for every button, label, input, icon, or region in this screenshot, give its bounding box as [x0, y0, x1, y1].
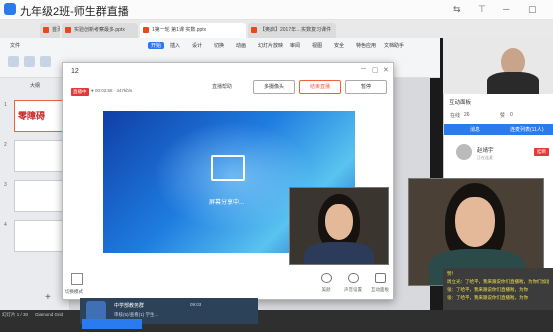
restore-icon[interactable]: ▢ [528, 4, 537, 15]
cut-icon[interactable] [24, 56, 35, 67]
tab-app-icon [43, 27, 49, 33]
tab-app-icon [251, 27, 257, 33]
group-time: 09:03 [190, 302, 202, 307]
taskbar-active-app[interactable] [82, 319, 142, 329]
pin-icon[interactable]: ⊤ [478, 4, 486, 15]
user-name: 赵靖宇 [477, 148, 494, 154]
share-icon[interactable]: ⇆ [453, 4, 461, 15]
student-shirt [304, 242, 374, 264]
menu-transition[interactable]: 切换 [214, 42, 224, 49]
sound-settings-label: 声音设置 [344, 287, 362, 292]
menu-insert[interactable]: 插入 [170, 42, 180, 49]
tab-label: 1第一轮 第1课 实数.pptx [152, 27, 207, 33]
microphone-icon[interactable] [348, 273, 359, 283]
beauty-label: 美颜 [321, 287, 331, 292]
slide-status: 幻灯片 1 / 30 Diamond Grid [2, 312, 63, 318]
slide-number: 2 [4, 142, 7, 148]
minimize-icon[interactable]: ─ [361, 66, 366, 73]
online-count: 26 [464, 112, 470, 118]
menu-doc-helper[interactable]: 文档助手 [384, 42, 404, 49]
tab-document[interactable]: 【奥启】2017年…实数复习课件 [248, 23, 336, 38]
paste-icon[interactable] [8, 56, 19, 67]
slide-thumb[interactable] [14, 140, 64, 172]
switch-mode-label: 切换模式 [65, 289, 83, 294]
maximize-icon[interactable]: ▢ [372, 66, 379, 74]
chat-line: 赞！ [447, 271, 456, 276]
user-status: 正在连麦 [477, 155, 493, 160]
panel-tabs: 消息 连麦列表(11人) [444, 124, 553, 135]
student-face [455, 197, 495, 247]
tab-document[interactable]: 实验创新考察最多.pptx [62, 23, 138, 38]
screen-share-icon [211, 155, 245, 181]
chat-log: 赞！ 周立光：了哈平，我来跟说你们直播啦，为你们加油 张：了哈平，我来跟说你们直… [443, 268, 553, 310]
tab-label: 【奥启】2017年…实数复习课件 [260, 27, 332, 33]
minimize-icon[interactable]: ─ [503, 4, 509, 14]
panel-title: 互动面板 [449, 100, 472, 106]
slide-number: 4 [4, 222, 7, 228]
slide-number: 1 [4, 102, 7, 108]
menu-view[interactable]: 视图 [312, 42, 322, 49]
likes-label: 赞 [500, 113, 506, 119]
group-subtitle: 审核(5)/查看(1) 学生... [114, 312, 159, 317]
menu-review[interactable]: 审阅 [290, 42, 300, 49]
likes-count: 0 [510, 112, 513, 118]
chat-line: 张：了哈平，我来跟说你们直播啦，为你 [447, 287, 528, 292]
interaction-panel-icon[interactable] [375, 273, 386, 283]
browser-tab-strip: 首页 实验创新考察最多.pptx 1第一轮 第1课 实数.pptx 【奥启】20… [0, 20, 553, 38]
help-link[interactable]: 直播帮助 [212, 83, 232, 90]
chat-line: 张：了哈平，我来跟说你们直播啦，为你 [447, 295, 528, 300]
title-bar: 九年级2班-师生群直播 ⇆ ⊤ ─ ▢ [0, 0, 553, 20]
chat-line: 周立光：了哈平，我来跟说你们直播啦，为你们加油 [447, 279, 549, 284]
theme-name: Diamond Grid [35, 312, 64, 317]
menu-security[interactable]: 安全 [334, 42, 344, 49]
copy-icon[interactable] [40, 56, 51, 67]
tab-app-icon [65, 27, 71, 33]
group-avatar [86, 301, 106, 321]
tab-label: 首页 [52, 27, 60, 33]
live-timer: ● 00:02:58 · 447kb/s [91, 88, 133, 93]
slide-number: 3 [4, 182, 7, 188]
tab-home[interactable]: 首页 [40, 23, 60, 38]
menu-features[interactable]: 特色应用 [356, 42, 376, 49]
slide-thumbnail-panel: 大纲 1 零障碍 2 3 4 + [0, 78, 70, 310]
window-title: 九年级2班-师生群直播 [20, 6, 129, 18]
app-logo-icon [4, 3, 16, 15]
slide-thumb[interactable] [14, 180, 64, 212]
tab-mic-list[interactable]: 连麦列表(11人) [510, 126, 544, 133]
slide-thumb-title: 零障碍 [18, 111, 46, 121]
end-live-button[interactable]: 结束直播 [299, 80, 341, 94]
beauty-icon[interactable] [321, 273, 332, 283]
tab-app-icon [143, 27, 149, 33]
multi-camera-button[interactable]: 多摄像头 [253, 80, 295, 94]
interaction-panel-label: 互动面板 [371, 287, 389, 292]
slide-count: 幻灯片 1 / 30 [2, 312, 29, 317]
menu-slideshow[interactable]: 幻灯片放映 [258, 42, 283, 49]
pause-button[interactable]: 暂停 [345, 80, 387, 94]
close-icon[interactable]: ✕ [383, 66, 389, 74]
student-face [325, 204, 353, 240]
dialog-title: 12 [71, 68, 79, 75]
avatar [456, 144, 472, 160]
student-camera-small [289, 187, 389, 265]
live-badge: 直播中 [71, 88, 89, 96]
menu-home[interactable]: 开始 [148, 42, 165, 49]
tab-label: 实验创新考察最多.pptx [74, 27, 125, 33]
screen-share-text: 屏幕分享中... [209, 200, 245, 206]
file-menu[interactable]: 文件 [10, 42, 20, 49]
tab-messages[interactable]: 消息 [470, 126, 480, 133]
live-classroom-dialog: 12 ─ ▢ ✕ 直播中 ● 00:02:58 · 447kb/s 直播帮助 多… [62, 62, 394, 300]
online-label: 在线 [450, 113, 461, 119]
tab-document-active[interactable]: 1第一轮 第1课 实数.pptx [140, 23, 246, 38]
menu-design[interactable]: 设计 [192, 42, 202, 49]
teacher-camera [443, 38, 553, 94]
teacher-body [487, 72, 539, 94]
layout-grid-icon[interactable] [71, 273, 83, 285]
add-slide-icon[interactable]: + [45, 292, 51, 303]
group-name: 中学部教务群 [114, 303, 145, 309]
menu-animation[interactable]: 动画 [236, 42, 246, 49]
slide-thumb[interactable] [14, 220, 64, 252]
outline-tab[interactable]: 大纲 [30, 82, 40, 89]
hang-up-button[interactable]: 挂断 [534, 148, 549, 156]
slide-thumb[interactable]: 零障碍 [14, 100, 64, 132]
